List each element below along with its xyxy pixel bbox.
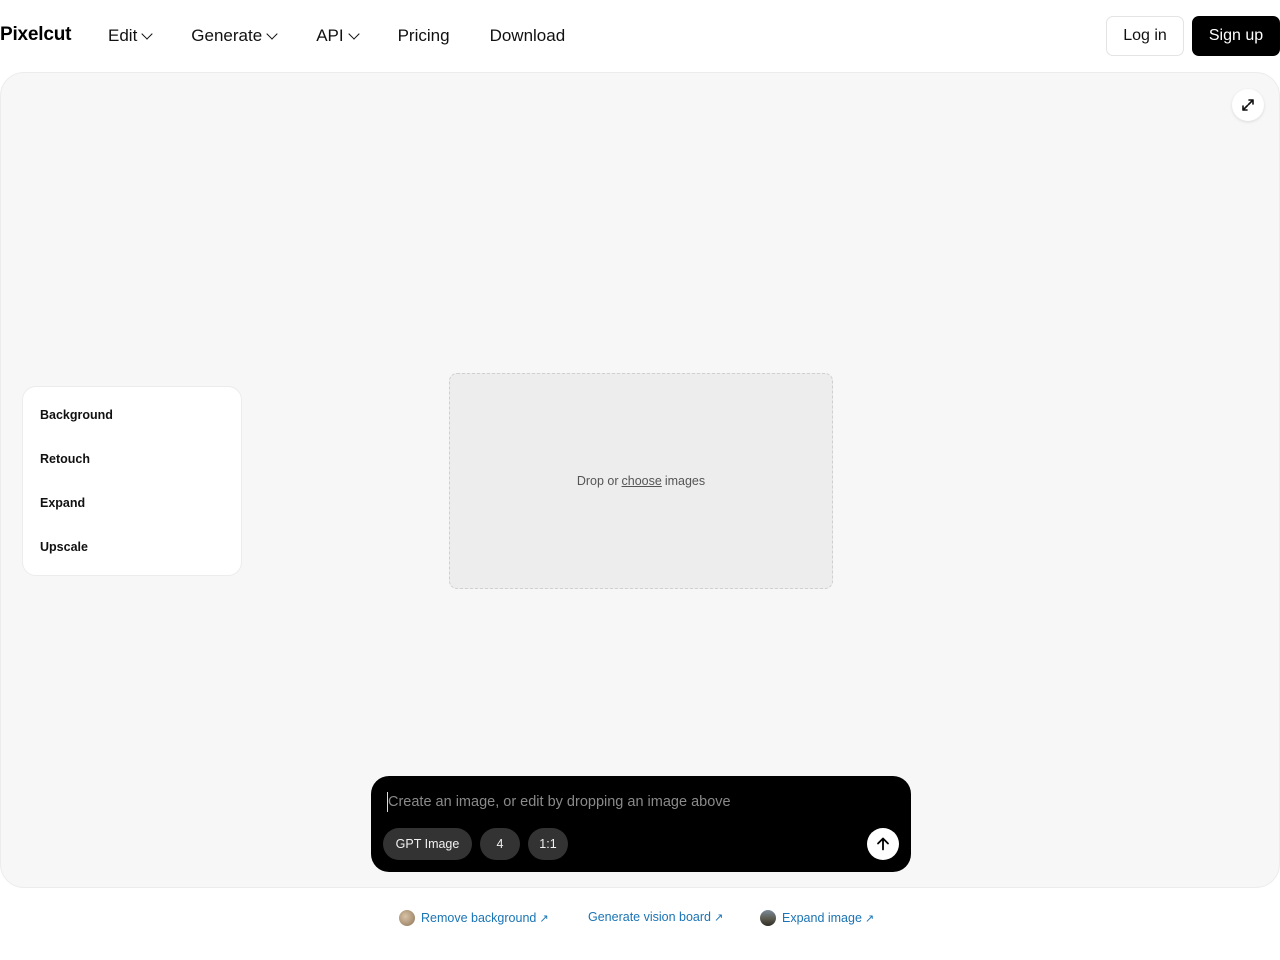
expand-image-label: Expand image: [782, 911, 862, 925]
remove-background-thumbnail: [399, 910, 415, 926]
model-selector-chip[interactable]: GPT Image: [383, 828, 472, 860]
chevron-down-icon: [141, 27, 153, 40]
external-arrow-icon: ↗: [714, 911, 724, 924]
nav-generate-label: Generate: [191, 26, 263, 45]
external-arrow-icon: ↗: [539, 912, 549, 925]
tool-background[interactable]: Background: [23, 393, 241, 437]
tool-upscale[interactable]: Upscale: [23, 525, 241, 569]
image-dropzone[interactable]: Drop or choose images: [449, 373, 833, 589]
aspect-ratio-chip[interactable]: 1:1: [528, 828, 568, 860]
nav-download[interactable]: Download: [490, 26, 566, 46]
nav-download-label: Download: [489, 26, 566, 45]
editor-workspace: Background Retouch Expand Upscale Drop o…: [0, 72, 1280, 888]
nav-api-label: API: [316, 26, 344, 45]
brand-logo[interactable]: Pixelcut: [0, 24, 71, 46]
dropzone-suffix: images: [664, 474, 706, 488]
fullscreen-button[interactable]: [1232, 89, 1264, 121]
prompt-input[interactable]: [387, 792, 887, 812]
remove-background-label: Remove background: [421, 911, 537, 925]
prompt-composer: GPT Image 4 1:1: [371, 776, 911, 872]
send-button[interactable]: [867, 828, 899, 860]
nav-generate[interactable]: Generate: [191, 26, 278, 46]
expand-image-link[interactable]: Expand image ↗: [760, 910, 874, 926]
arrow-up-icon: [877, 837, 889, 851]
nav-pricing-label: Pricing: [397, 26, 450, 45]
external-arrow-icon: ↗: [864, 912, 875, 925]
chevron-down-icon: [347, 27, 360, 40]
image-count-chip[interactable]: 4: [480, 828, 520, 860]
main-nav: Edit Generate API Pricing Download: [108, 0, 605, 72]
dropzone-prefix: Drop or: [576, 474, 619, 488]
tool-retouch[interactable]: Retouch: [23, 437, 241, 481]
quick-links: Remove background ↗ Generate vision boar…: [0, 904, 1280, 934]
chevron-down-icon: [266, 27, 278, 40]
login-button[interactable]: Log in: [1106, 16, 1184, 56]
nav-api[interactable]: API: [316, 26, 360, 46]
expand-image-thumbnail: [760, 910, 776, 926]
nav-pricing[interactable]: Pricing: [398, 26, 450, 46]
top-nav-bar: Pixelcut Edit Generate API Pricing Downl…: [0, 0, 1280, 72]
nav-edit[interactable]: Edit: [108, 26, 153, 46]
expand-arrows-icon: [1242, 99, 1254, 111]
generate-vision-board-link[interactable]: Generate vision board ↗: [588, 910, 723, 924]
remove-background-link[interactable]: Remove background ↗: [399, 910, 549, 926]
signup-button[interactable]: Sign up: [1192, 16, 1280, 56]
tool-panel: Background Retouch Expand Upscale: [22, 386, 242, 576]
nav-edit-label: Edit: [108, 26, 138, 45]
choose-images-link[interactable]: choose: [622, 474, 662, 488]
generate-vision-board-label: Generate vision board: [588, 910, 711, 924]
tool-expand[interactable]: Expand: [23, 481, 241, 525]
